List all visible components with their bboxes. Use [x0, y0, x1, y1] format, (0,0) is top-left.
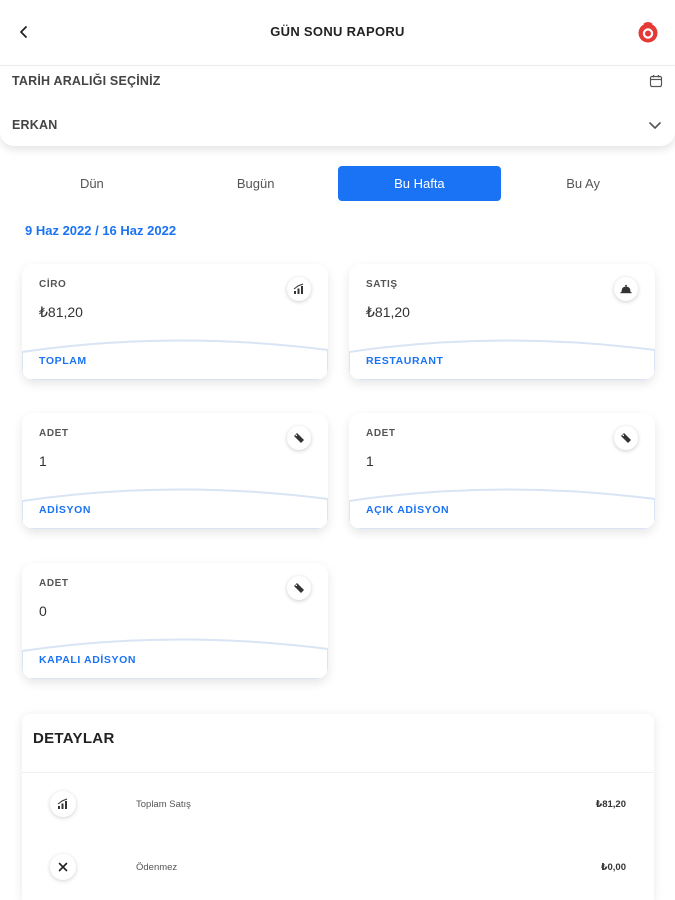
card-value: ₺81,20	[366, 304, 410, 320]
divider	[22, 772, 654, 773]
card-caption: ADET	[39, 428, 69, 439]
detail-label: Toplam Satış	[136, 799, 191, 810]
tab-bu-hafta[interactable]: Bu Hafta	[337, 166, 502, 201]
app-logo-icon[interactable]	[637, 21, 659, 43]
date-range-label: TARİH ARALIĞI SEÇİNİZ	[12, 74, 161, 88]
calendar-icon	[649, 75, 663, 88]
page-title: GÜN SONU RAPORU	[270, 24, 405, 39]
card-footer: KAPALI ADİSYON	[39, 654, 137, 666]
top-app-bar: GÜN SONU RAPORU	[0, 0, 675, 66]
detail-value: ₺81,20	[595, 799, 626, 810]
chart-icon	[50, 791, 76, 817]
card-footer: AÇIK ADİSYON	[366, 504, 450, 516]
period-tabs: Dün Bugün Bu Hafta Bu Ay	[10, 166, 665, 201]
user-select[interactable]: ERKAN	[12, 110, 663, 140]
card-footer: ADİSYON	[39, 504, 92, 516]
details-panel: DETAYLAR Toplam Satış ₺81,20 Ödenmez ₺0,…	[22, 714, 654, 900]
date-range-picker[interactable]: TARİH ARALIĞI SEÇİNİZ	[12, 66, 663, 96]
card-footer: RESTAURANT	[366, 355, 444, 367]
card-caption: ADET	[39, 578, 69, 589]
card-value: ₺81,20	[39, 304, 83, 320]
tab-dun[interactable]: Dün	[10, 166, 174, 201]
card-adisyon[interactable]: ADET 1 ADİSYON	[22, 413, 328, 529]
list-item[interactable]: Toplam Satış ₺81,20	[22, 782, 654, 832]
card-satis[interactable]: SATIŞ ₺81,20 RESTAURANT	[349, 264, 655, 380]
list-item[interactable]: Ödenmez ₺0,00	[22, 845, 654, 895]
close-icon	[50, 854, 76, 880]
detail-value: ₺0,00	[600, 862, 626, 873]
card-value: 0	[39, 603, 47, 619]
filter-panel: TARİH ARALIĞI SEÇİNİZ ERKAN	[0, 66, 675, 146]
chevron-down-icon	[649, 122, 661, 129]
card-caption: SATIŞ	[366, 279, 398, 290]
card-acik-adisyon[interactable]: ADET 1 AÇIK ADİSYON	[349, 413, 655, 529]
card-value: 1	[366, 453, 374, 469]
tab-bu-ay[interactable]: Bu Ay	[501, 166, 665, 201]
tag-icon	[287, 426, 311, 450]
card-kapali-adisyon[interactable]: ADET 0 KAPALI ADİSYON	[22, 563, 328, 679]
card-caption: ADET	[366, 428, 396, 439]
food-cloche-icon	[614, 277, 638, 301]
details-title: DETAYLAR	[33, 730, 115, 747]
user-select-value: ERKAN	[12, 118, 58, 132]
selected-date-range: 9 Haz 2022 / 16 Haz 2022	[25, 223, 177, 238]
card-caption: CİRO	[39, 279, 67, 290]
card-footer: TOPLAM	[39, 355, 87, 367]
chart-icon	[287, 277, 311, 301]
tab-bugun[interactable]: Bugün	[174, 166, 338, 201]
card-value: 1	[39, 453, 47, 469]
tag-icon	[614, 426, 638, 450]
card-ciro[interactable]: CİRO ₺81,20 TOPLAM	[22, 264, 328, 380]
tag-icon	[287, 576, 311, 600]
detail-label: Ödenmez	[136, 862, 178, 873]
